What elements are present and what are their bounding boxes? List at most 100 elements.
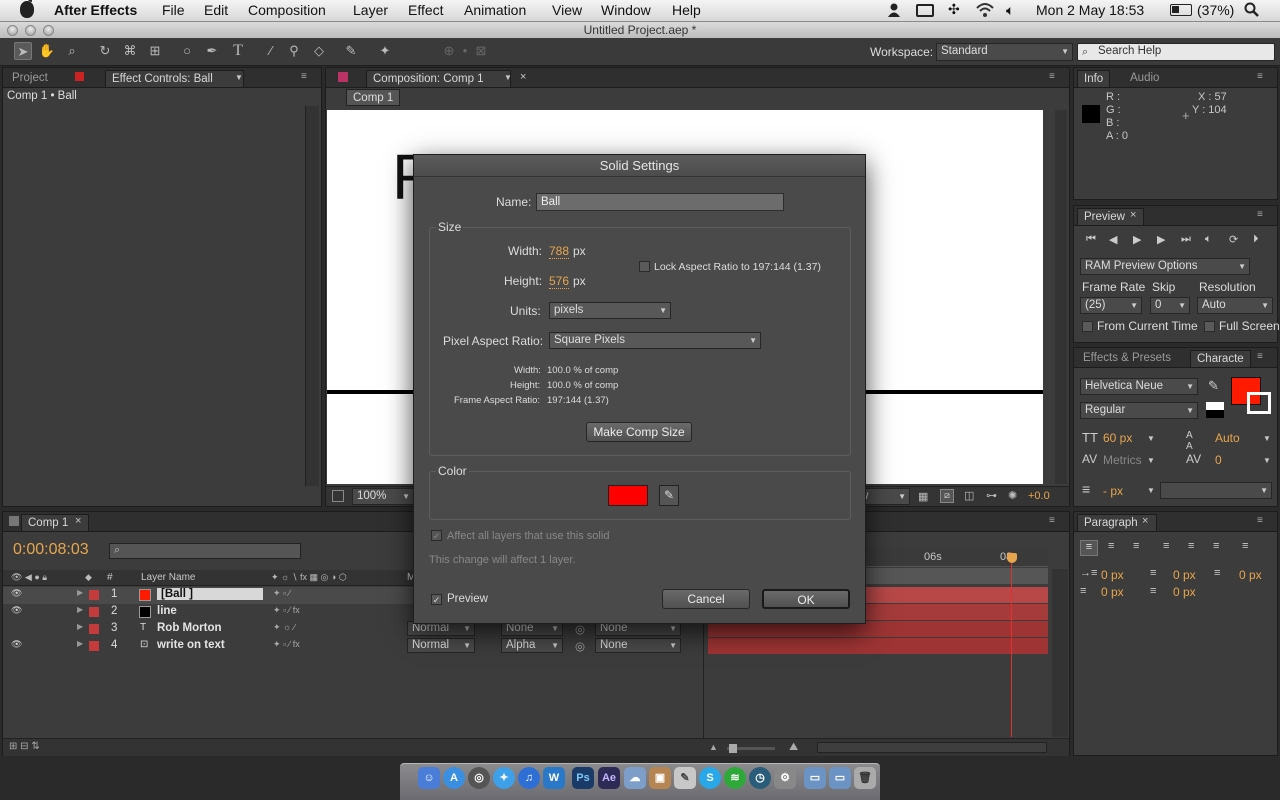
tracking-value[interactable]: 0 <box>1215 453 1222 467</box>
close-icon[interactable]: × <box>75 515 81 527</box>
visibility-eye-icon[interactable]: 👁︎ <box>11 588 22 599</box>
snapshot-icon[interactable]: ◫ <box>964 489 974 502</box>
resolution-dropdown[interactable]: Auto ▼ <box>1197 297 1273 314</box>
parent-dropdown[interactable]: None ▼ <box>595 638 681 653</box>
preview-app-icon[interactable]: ✎ <box>674 767 696 789</box>
kerning-value[interactable]: Metrics <box>1103 453 1142 467</box>
layer-name[interactable]: [Ball ] <box>157 588 263 600</box>
font-style-dropdown[interactable]: Regular ▼ <box>1080 402 1198 419</box>
layer-switches-icon[interactable]: ✦ ▫ ∕ fx <box>273 639 300 650</box>
justify-right-icon[interactable]: ≡ <box>1213 540 1219 552</box>
documents-folder-icon[interactable]: ▭ <box>829 767 851 789</box>
footer-icons[interactable]: ⊞ ⊟ ⇅ <box>9 741 40 752</box>
visibility-eye-icon[interactable]: 👁︎ <box>11 639 22 650</box>
frame-rate-dropdown[interactable]: (25) ▼ <box>1080 297 1142 314</box>
pixel-aspect-ratio-dropdown[interactable]: Square Pixels ▼ <box>549 332 761 349</box>
menu-composition[interactable]: Composition <box>248 2 326 18</box>
panel-menu-icon[interactable]: ≡ <box>1257 516 1271 526</box>
expand-arrow-icon[interactable]: ▶ <box>77 605 83 614</box>
blend-mode-dropdown[interactable]: Normal ▼ <box>407 638 475 653</box>
close-icon[interactable]: × <box>1142 515 1148 527</box>
wifi-icon[interactable] <box>975 2 995 21</box>
visibility-eye-icon[interactable]: 👁︎ <box>11 605 22 616</box>
comp-subtab[interactable]: Comp 1 <box>346 89 401 106</box>
skype-icon[interactable]: S <box>699 767 721 789</box>
menu-window[interactable]: Window <box>601 2 651 18</box>
display-icon[interactable] <box>916 4 934 17</box>
menu-help[interactable]: Help <box>672 2 701 18</box>
align-center-icon[interactable]: ≡ <box>1108 540 1114 552</box>
col-layer-name[interactable]: Layer Name <box>141 572 195 583</box>
font-family-dropdown[interactable]: Helvetica Neue ▼ <box>1080 378 1198 395</box>
tab-composition[interactable]: Composition: Comp 1 <box>366 70 511 87</box>
lock-aspect-checkbox[interactable] <box>639 261 650 272</box>
current-time-indicator[interactable] <box>1011 552 1012 737</box>
photoshop-icon[interactable]: Ps <box>572 767 594 789</box>
ok-button[interactable]: OK <box>762 589 850 609</box>
dashboard-icon[interactable]: ◎ <box>468 767 490 789</box>
layer-name[interactable]: Rob Morton <box>157 622 222 634</box>
ram-preview-icon[interactable]: ⏵ <box>1253 233 1259 246</box>
justify-center-icon[interactable]: ≡ <box>1188 540 1194 552</box>
label-color[interactable] <box>89 624 99 634</box>
eyedropper-icon[interactable]: ✎ <box>659 485 679 506</box>
next-frame-icon[interactable]: ▶︎ <box>1157 233 1165 246</box>
ram-preview-options-dropdown[interactable]: RAM Preview Options ▼ <box>1080 258 1250 275</box>
trash-icon[interactable]: 🗑︎ <box>854 767 876 789</box>
menu-layer[interactable]: Layer <box>353 2 388 18</box>
zoom-out-icon[interactable]: ▲ <box>709 742 718 752</box>
finder-icon[interactable]: ☺ <box>418 767 440 789</box>
roto-brush-tool-icon[interactable]: ✎ <box>342 42 360 60</box>
magnification-dropdown[interactable]: 100% ▼ <box>352 488 414 505</box>
stroke-type-dropdown[interactable]: ▼ <box>1160 482 1272 499</box>
skip-dropdown[interactable]: 0 ▼ <box>1150 297 1190 314</box>
units-dropdown[interactable]: pixels ▼ <box>549 302 671 319</box>
zoom-slider-thumb[interactable] <box>729 744 737 753</box>
eyedropper-icon[interactable]: ✎ <box>1208 378 1219 394</box>
menu-file[interactable]: File <box>162 2 185 18</box>
tab-effect-controls[interactable]: Effect Controls: Ball <box>105 70 244 87</box>
axis-view-icon[interactable]: ⊠ <box>472 42 490 60</box>
panel-menu-icon[interactable]: ≡ <box>1257 352 1271 362</box>
previous-frame-icon[interactable]: ◀︎ <box>1109 233 1117 246</box>
time-marker-icon[interactable] <box>1007 553 1017 563</box>
word-icon[interactable]: W <box>543 767 565 789</box>
indent-right-value[interactable]: 0 px <box>1239 568 1262 582</box>
justify-left-icon[interactable]: ≡ <box>1163 540 1169 552</box>
menu-app-name[interactable]: After Effects <box>54 2 137 18</box>
ellipse-tool-icon[interactable]: ○ <box>178 42 196 60</box>
hand-tool-icon[interactable]: ✋ <box>38 42 56 60</box>
parent-pickwhip-icon[interactable]: ◎ <box>575 622 585 636</box>
chevron-down-icon[interactable]: ▼ <box>1147 486 1155 495</box>
brush-tool-icon[interactable]: ∕ <box>262 42 280 60</box>
tab-audio[interactable]: Audio <box>1124 70 1165 87</box>
tab-project[interactable]: Project <box>6 70 54 87</box>
align-right-icon[interactable]: ≡ <box>1133 540 1139 552</box>
font-size-value[interactable]: 60 px <box>1103 431 1132 445</box>
time-machine-icon[interactable]: ◷ <box>749 767 771 789</box>
name-input[interactable]: Ball <box>536 193 784 211</box>
chevron-down-icon[interactable]: ▼ <box>504 73 512 82</box>
timeline-search-input[interactable]: ⌕ <box>109 543 301 559</box>
first-frame-icon[interactable]: ⏮ <box>1086 233 1096 246</box>
timeline-scrollbar[interactable] <box>1052 569 1068 737</box>
layer-name[interactable]: write on text <box>157 639 225 651</box>
always-preview-icon[interactable] <box>332 490 344 502</box>
close-icon[interactable]: × <box>1130 209 1136 221</box>
space-before-value[interactable]: 0 px <box>1101 585 1124 599</box>
layer-bar[interactable] <box>708 638 1048 654</box>
width-value[interactable]: 788 <box>549 244 570 259</box>
timeline-h-scrollbar[interactable] <box>817 742 1047 753</box>
layer-switches-icon[interactable]: ✦ ☼ ∕ <box>273 622 295 633</box>
spotify-icon[interactable]: ≋ <box>724 767 746 789</box>
panel-menu-icon[interactable]: ≡ <box>301 72 315 82</box>
preview-checkbox[interactable]: ✓ <box>431 594 442 605</box>
stroke-width-value[interactable]: - px <box>1103 484 1123 498</box>
layer-name[interactable]: line <box>157 605 177 617</box>
camera-tool-icon[interactable]: ⌘ <box>121 42 139 60</box>
stroke-color-swatch[interactable] <box>1247 392 1271 414</box>
chevron-down-icon[interactable]: ▼ <box>1147 456 1155 465</box>
panel-menu-icon[interactable]: ≡ <box>1257 210 1271 220</box>
zoom-tool-icon[interactable]: ⌕ <box>63 42 81 60</box>
play-icon[interactable]: ▶︎ <box>1133 233 1141 246</box>
